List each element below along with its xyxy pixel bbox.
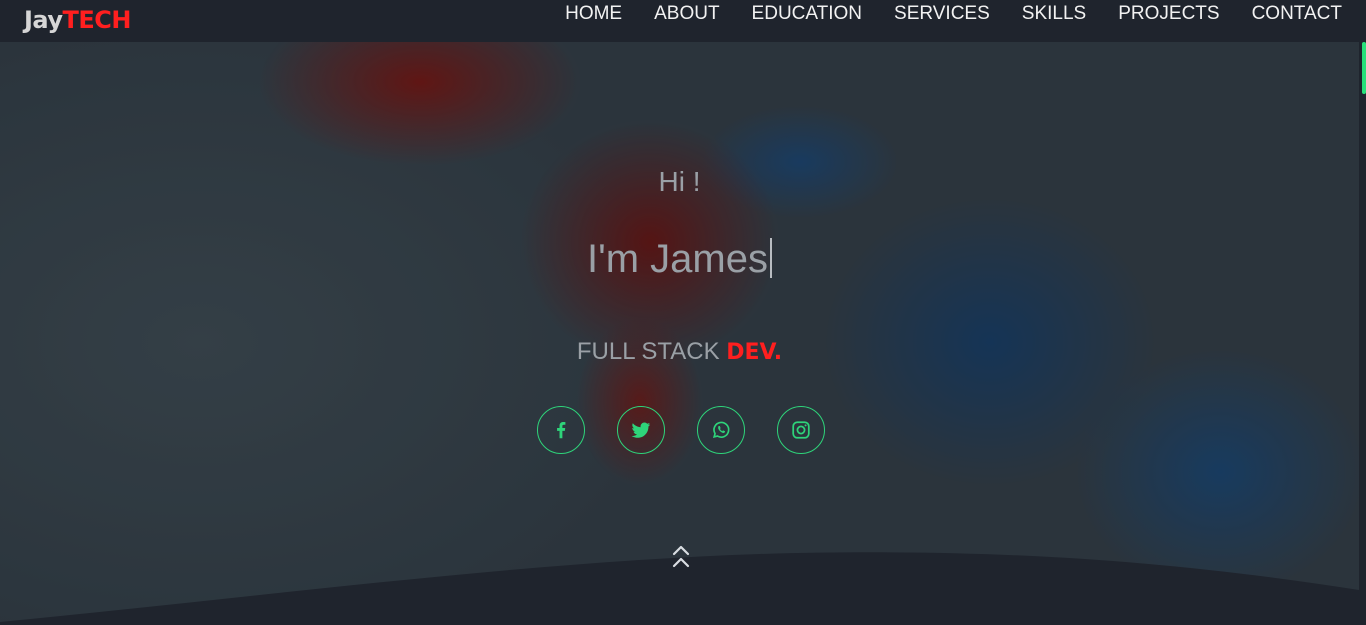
social-links — [537, 406, 825, 454]
navbar: JayTECH HOME ABOUT EDUCATION SERVICES SK… — [0, 0, 1366, 42]
logo-text-accent: TECH — [62, 6, 132, 34]
nav-link-home[interactable]: HOME — [549, 0, 638, 32]
nav-links: HOME ABOUT EDUCATION SERVICES SKILLS PRO… — [549, 0, 1342, 32]
logo-text-primary: Jay — [24, 6, 63, 34]
hero-role-main: FULL STACK — [576, 338, 720, 365]
hero-role-accent: DEV. — [726, 340, 783, 365]
hero-intro-text: I'm James — [587, 237, 768, 281]
scrollbar[interactable] — [1359, 42, 1366, 625]
hero-section: Hi ! I'm James FULL STACK DEV. — [0, 42, 1359, 625]
hero-background-overlay — [0, 42, 1359, 625]
nav-link-skills[interactable]: SKILLS — [1006, 0, 1102, 32]
twitter-button[interactable] — [617, 406, 665, 454]
typing-cursor — [770, 238, 772, 278]
facebook-button[interactable] — [537, 406, 585, 454]
nav-link-services[interactable]: SERVICES — [878, 0, 1006, 32]
scroll-up-icon[interactable] — [670, 543, 692, 573]
whatsapp-icon — [712, 421, 730, 439]
hero-intro: I'm James — [0, 237, 1359, 282]
nav-link-about[interactable]: ABOUT — [638, 0, 735, 32]
hero-role: FULL STACK DEV. — [0, 338, 1359, 366]
nav-link-education[interactable]: EDUCATION — [736, 0, 878, 32]
logo[interactable]: JayTECH — [24, 5, 132, 35]
facebook-icon — [557, 422, 566, 439]
instagram-icon — [792, 421, 810, 439]
nav-link-contact[interactable]: CONTACT — [1236, 0, 1342, 32]
scrollbar-thumb[interactable] — [1362, 42, 1366, 94]
hero-greeting: Hi ! — [658, 166, 701, 197]
twitter-icon — [631, 422, 651, 438]
nav-link-projects[interactable]: PROJECTS — [1102, 0, 1235, 32]
instagram-button[interactable] — [777, 406, 825, 454]
whatsapp-button[interactable] — [697, 406, 745, 454]
